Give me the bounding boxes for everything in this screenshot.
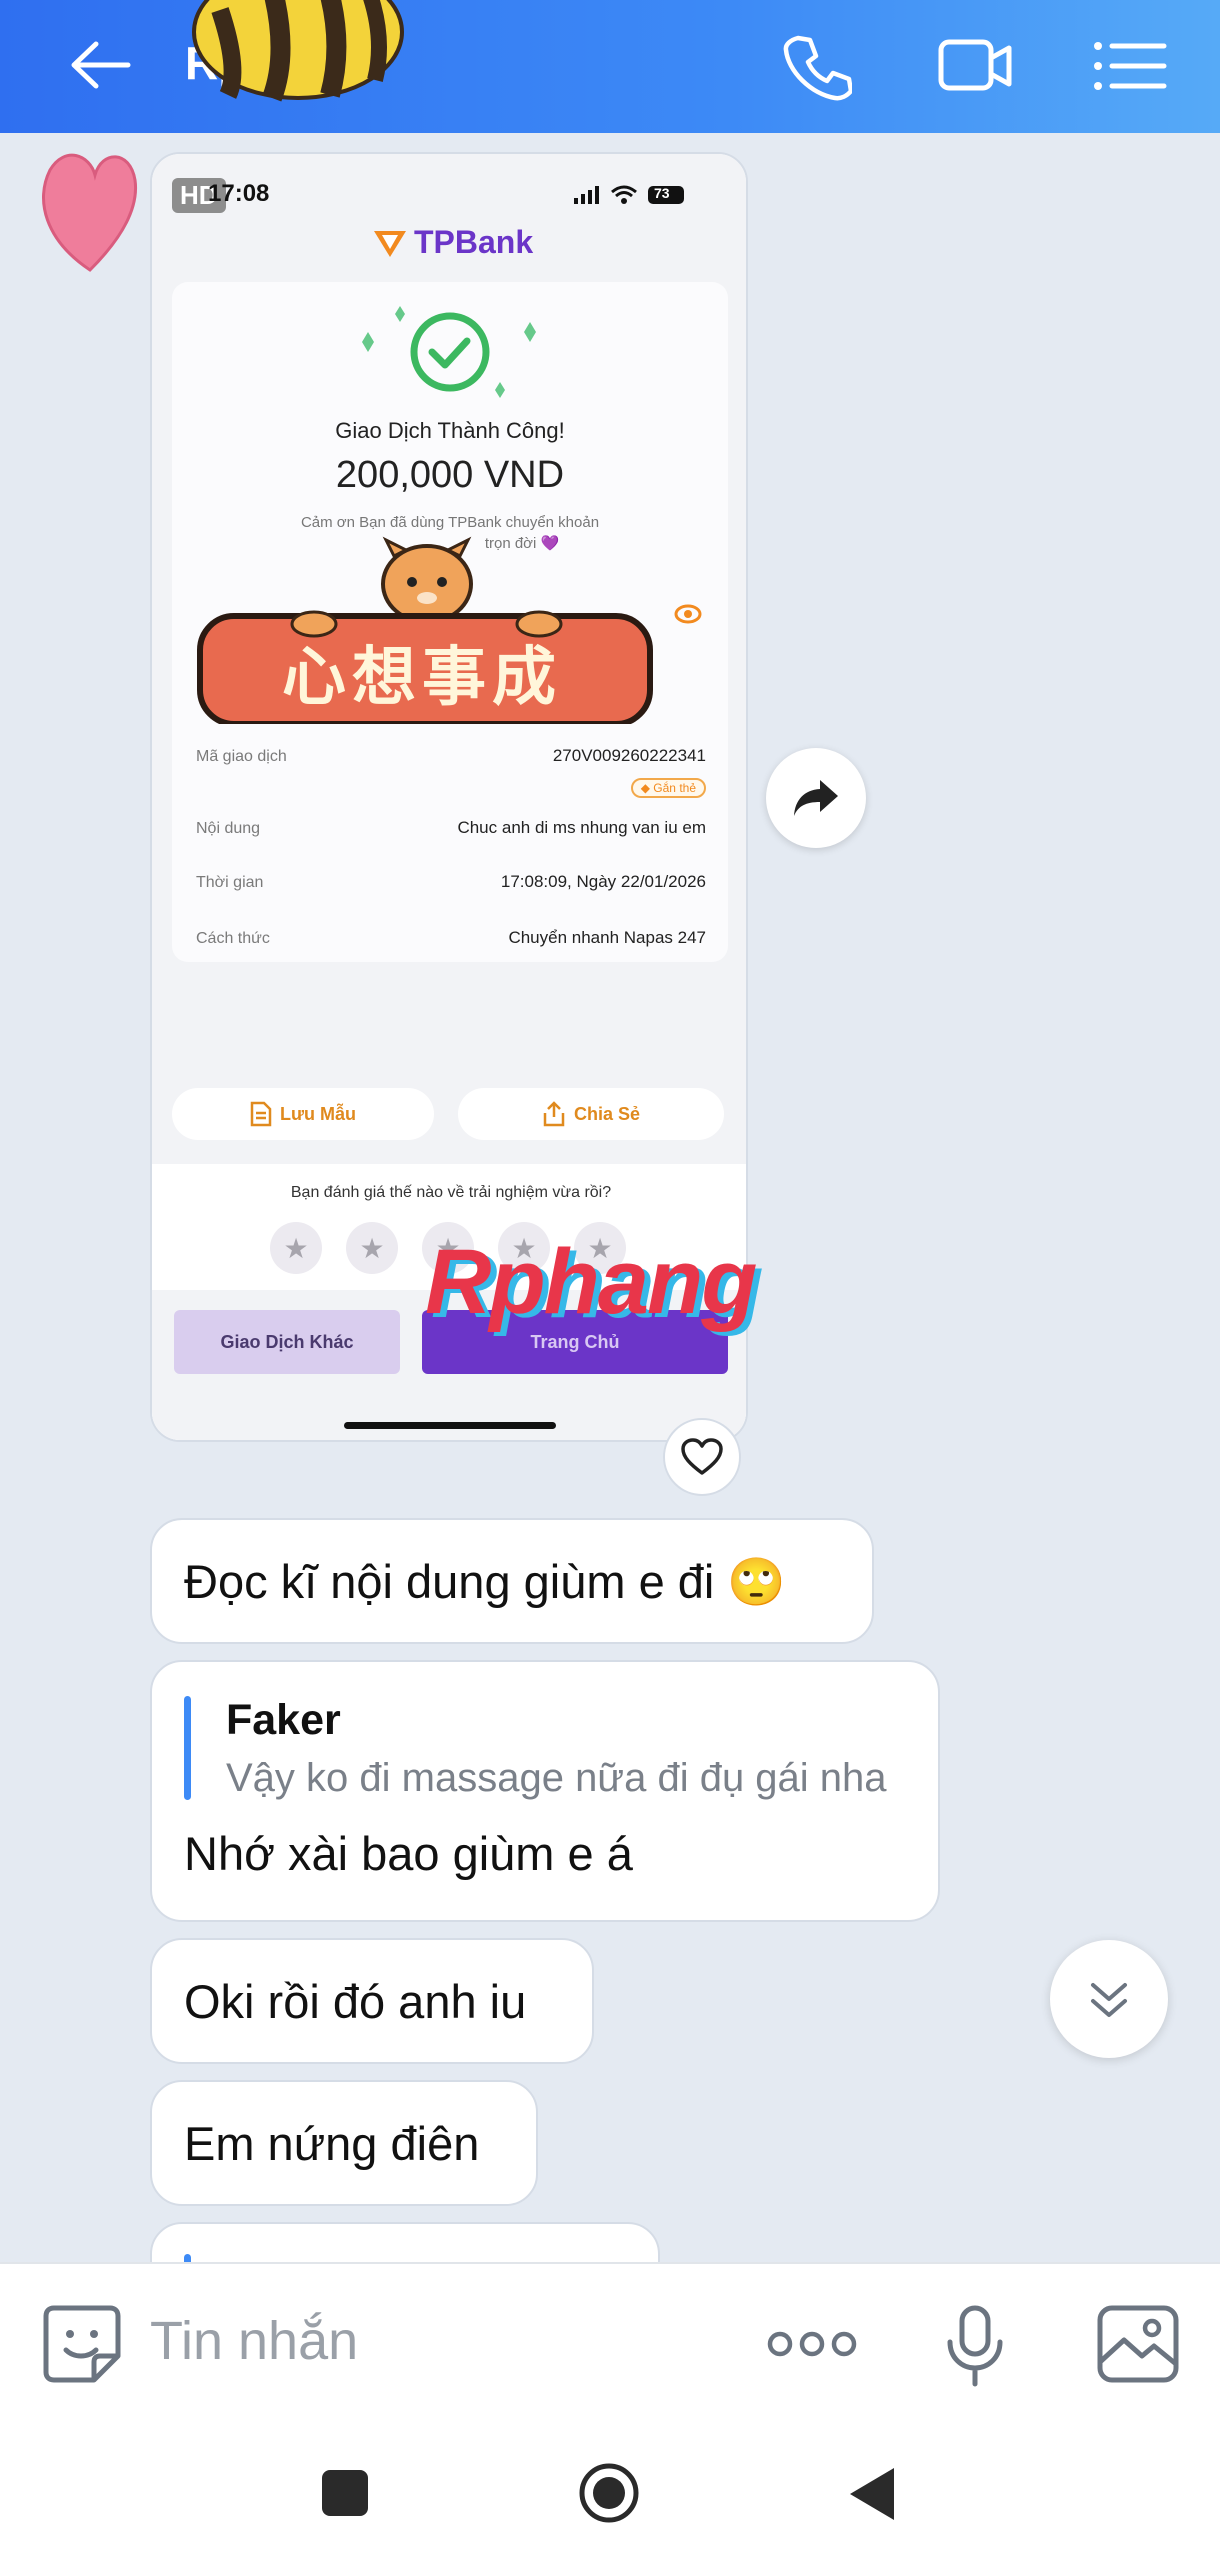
document-icon — [250, 1101, 272, 1127]
receipt-card: Giao Dịch Thành Công! 200,000 VND Cảm ơn… — [172, 282, 728, 962]
recent-apps-button[interactable] — [322, 2470, 368, 2516]
home-circle-icon — [579, 2463, 639, 2523]
triangle-back-icon — [850, 2468, 894, 2520]
other-transaction-button[interactable]: Giao Dịch Khác — [174, 1310, 400, 1374]
phone-icon — [783, 35, 854, 101]
row-value-time: 17:08:09, Ngày 22/01/2026 — [500, 872, 706, 891]
rating-star-2[interactable]: ★ — [346, 1222, 398, 1274]
success-check-icon — [362, 306, 536, 398]
row-label-method: Cách thức — [196, 930, 270, 947]
list-menu-icon — [1094, 42, 1167, 90]
row-label-content: Nội dung — [196, 820, 261, 837]
quote-text: Vậy ko đi massage nữa đi đụ gái nha — [226, 1756, 887, 1800]
double-chevron-down-icon — [1091, 1983, 1127, 2017]
row-value-tx-id: 270V009260222341 — [552, 746, 706, 765]
rating-question: Bạn đánh giá thế nào về trải nghiệm vừa … — [290, 1184, 612, 1201]
message-bubble[interactable]: Oki rồi đó anh iu — [150, 1938, 594, 2064]
message-input-bar: Tin nhắn — [0, 2262, 1220, 2424]
phone-status-icons: 73 — [572, 182, 692, 208]
eye-icon — [674, 604, 702, 624]
message-text: Đọc kĩ nội dung giùm e đi 🙄 — [184, 1555, 786, 1608]
row-value-method: Chuyển nhanh Napas 247 — [508, 928, 706, 947]
sticker-text: 心想事成 — [282, 640, 562, 715]
row-label-time: Thời gian — [196, 874, 264, 891]
share-button[interactable]: Chia Sẻ — [458, 1088, 724, 1140]
message-bubble[interactable]: Em nứng điên — [150, 2080, 538, 2206]
back-button[interactable] — [60, 30, 140, 100]
more-options-button[interactable] — [762, 2314, 862, 2374]
message-bubble[interactable]: Đọc kĩ nội dung giùm e đi 🙄 — [150, 1518, 874, 1644]
row-label-tx-id: Mã giao dịch — [196, 748, 287, 765]
home-indicator — [344, 1422, 556, 1429]
message-text: Em nứng điên — [184, 2117, 480, 2170]
quote-author: Faker — [226, 1696, 341, 1744]
scroll-to-bottom-button[interactable] — [1050, 1940, 1168, 2058]
lucky-sticker: 心想事成 — [194, 534, 664, 727]
react-heart-button[interactable] — [663, 1418, 741, 1496]
message-bubble-with-quote[interactable]: Faker Vậy ko đi massage nữa đi đụ gái nh… — [150, 1660, 940, 1922]
microphone-icon — [947, 2305, 1003, 2387]
system-navigation-bar — [0, 2422, 1220, 2572]
rating-star-1[interactable]: ★ — [270, 1222, 322, 1274]
result-title: Giao Dịch Thành Công! — [335, 418, 565, 443]
save-template-button[interactable]: Lưu Mẫu — [172, 1088, 434, 1140]
row-value-content: Chuc anh di ms nhung van iu em — [457, 818, 706, 837]
chat-options-button[interactable] — [1090, 30, 1170, 102]
video-camera-icon — [938, 39, 1012, 91]
phone-status-time: 17:08 — [208, 180, 270, 207]
bee-sticker — [180, 0, 430, 130]
message-text: Oki rồi đó anh iu — [184, 1975, 527, 2028]
more-dots-icon — [767, 2331, 857, 2357]
sticker-smile-icon — [43, 2305, 121, 2383]
watermark: Rphang — [425, 1231, 757, 1333]
share-icon — [543, 1101, 565, 1127]
amount: 200,000 VND — [335, 454, 565, 496]
message-input[interactable]: Tin nhắn — [150, 2310, 710, 2380]
chat-header: Rphang — [0, 0, 1220, 133]
voice-call-button[interactable] — [780, 30, 854, 102]
back-nav-button[interactable] — [848, 2466, 898, 2522]
tag-badge[interactable]: ◆ Gắn thẻ — [630, 778, 706, 798]
forward-arrow-icon — [794, 780, 838, 816]
battery-level: 73 — [654, 185, 670, 201]
thanks-text: Cảm ơn Bạn đã dùng TPBank chuyển khoản — [300, 514, 600, 531]
send-image-button[interactable] — [1096, 2304, 1180, 2384]
image-icon — [1097, 2305, 1179, 2383]
forward-button[interactable] — [766, 748, 866, 848]
tpbank-logo-icon — [374, 230, 406, 257]
video-call-button[interactable] — [935, 30, 1015, 102]
tag-icon: ◆ — [640, 781, 654, 795]
sticker-button[interactable] — [40, 2302, 124, 2386]
home-nav-button[interactable] — [578, 2462, 640, 2524]
tpbank-logo: TPBank — [372, 224, 533, 261]
heart-icon — [681, 1438, 723, 1475]
voice-message-button[interactable] — [940, 2304, 1010, 2388]
arrow-left-icon — [71, 41, 131, 89]
message-text: Nhớ xài bao giùm e á — [184, 1827, 633, 1880]
quote-bar — [184, 1696, 191, 1800]
